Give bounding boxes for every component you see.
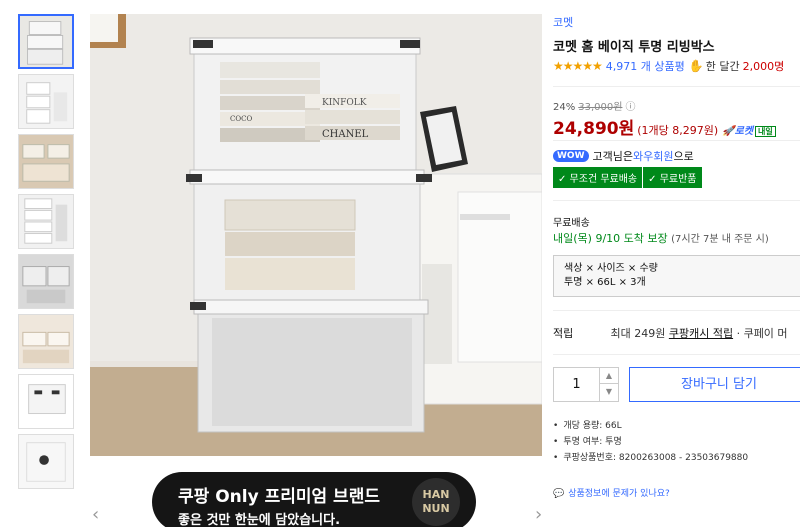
thumbnail-5[interactable]: [18, 254, 74, 309]
thumbnail-6[interactable]: [18, 314, 74, 369]
thumbnail-1[interactable]: [18, 14, 74, 69]
divider: [553, 140, 800, 141]
discount-rate: 24%: [553, 102, 576, 113]
quantity-stepper: 1 ▲ ▼: [553, 367, 619, 402]
banner-line1: 쿠팡 Only 프리미엄 브랜드: [178, 487, 380, 507]
original-price-row: 24% 33,000원 ⓘ: [553, 98, 635, 113]
order-deadline: (7시간 7분 내 주문 시): [671, 234, 769, 245]
option-header: 색상 × 사이즈 × 수량: [564, 263, 658, 274]
product-title: 코멧 홈 베이직 투명 리빙박스: [553, 40, 715, 55]
wow-badge: WOW: [553, 150, 589, 162]
quantity-input[interactable]: 1: [554, 368, 600, 401]
reward-row: 적립 최대 249원 쿠팡캐시 적립 · 쿠페이 머: [553, 325, 800, 341]
wow-suffix: 으로: [673, 150, 694, 163]
original-price: 33,000원: [578, 102, 623, 113]
thumbnail-4[interactable]: [18, 194, 74, 249]
review-count-link[interactable]: 4,971 개 상품평: [606, 58, 685, 74]
free-return-tag: ✓ 무료반품: [643, 167, 702, 188]
sale-price: 24,890원: [553, 119, 635, 139]
thumbnail-2[interactable]: [18, 74, 74, 129]
selected-option-box[interactable]: 색상 × 사이즈 × 수량 투명 × 66L × 3개: [553, 255, 800, 297]
divider: [553, 200, 800, 201]
rating-stars: ★★★★★: [553, 59, 603, 73]
wow-member-link[interactable]: 와우회원: [633, 148, 673, 164]
rocket-delivery-badge: 🚀로켓 내일: [722, 122, 776, 137]
month-count: 2,000명: [742, 60, 785, 73]
shipping-label: 무료배송: [553, 218, 590, 229]
shipping-date-row: 내일(목) 9/10 도착 보장 (7시간 7분 내 주문 시): [553, 230, 769, 246]
spec-item: 개당 용량: 66L: [553, 418, 748, 434]
rating-row: ★★★★★ 4,971 개 상품평 ✋ 한 달간 2,000명: [553, 58, 784, 74]
wow-prefix: 고객님은: [592, 150, 633, 163]
thumbnail-8[interactable]: [18, 434, 74, 489]
add-to-cart-button[interactable]: 장바구니 담기: [629, 367, 800, 402]
thumbnail-7[interactable]: [18, 374, 74, 429]
banner-line2: 좋은 것만 한눈에 담았습니다.: [178, 513, 341, 527]
brand-logo: HAN NUN: [412, 478, 460, 526]
spec-item: 쿠팡상품번호: 8200263008 - 23503679880: [553, 450, 748, 466]
spec-list: 개당 용량: 66L 투명 여부: 투명 쿠팡상품번호: 8200263008 …: [553, 418, 748, 466]
unit-price: (1개당 8,297원): [637, 124, 719, 137]
comment-icon: 💬: [553, 489, 565, 499]
arrival-guarantee: 도착 보장: [623, 232, 668, 245]
month-label: 한 달간: [705, 60, 740, 73]
option-value: 투명 × 66L × 3개: [564, 277, 646, 288]
wow-row: WOW 고객님은 와우회원 으로: [553, 148, 694, 164]
thumbnail-list: [18, 14, 76, 494]
reward-amount: 최대 249원: [610, 327, 666, 340]
spec-item: 투명 여부: 투명: [553, 434, 748, 450]
divider: [553, 310, 800, 311]
arrival-date: 내일(목) 9/10: [553, 232, 621, 245]
brand-link[interactable]: 코멧: [553, 14, 573, 30]
main-product-image: KINFOLK CHANEL COCO: [90, 14, 542, 456]
divider: [553, 354, 800, 355]
free-shipping-tag: ✓ 무조건 무료배송: [553, 167, 643, 188]
report-issue-link[interactable]: 💬 상품정보에 문제가 있나요?: [553, 486, 670, 499]
coupang-cash-link[interactable]: 쿠팡캐시 적립: [669, 327, 733, 340]
benefit-tags: ✓ 무조건 무료배송 ✓ 무료반품: [553, 167, 703, 188]
promo-banner[interactable]: 쿠팡 Only 프리미엄 브랜드 좋은 것만 한눈에 담았습니다. HAN NU…: [152, 472, 476, 527]
book-label-kinfolk: KINFOLK: [322, 98, 367, 108]
reward-label: 적립: [553, 327, 574, 340]
divider: [553, 86, 800, 87]
price-row: 24,890원 (1개당 8,297원) 🚀로켓 내일: [553, 114, 776, 139]
purchase-hand-icon: ✋: [688, 59, 704, 73]
quantity-down-icon[interactable]: ▼: [600, 384, 618, 400]
prev-arrow-icon[interactable]: ‹: [92, 504, 99, 525]
quantity-up-icon[interactable]: ▲: [600, 368, 618, 384]
next-arrow-icon[interactable]: ›: [535, 504, 542, 525]
book-label-coco: COCO: [230, 115, 252, 123]
info-icon[interactable]: ⓘ: [625, 102, 635, 113]
reward-more: · 쿠페이 머: [736, 327, 788, 340]
book-label-chanel: CHANEL: [322, 129, 369, 140]
thumbnail-3[interactable]: [18, 134, 74, 189]
